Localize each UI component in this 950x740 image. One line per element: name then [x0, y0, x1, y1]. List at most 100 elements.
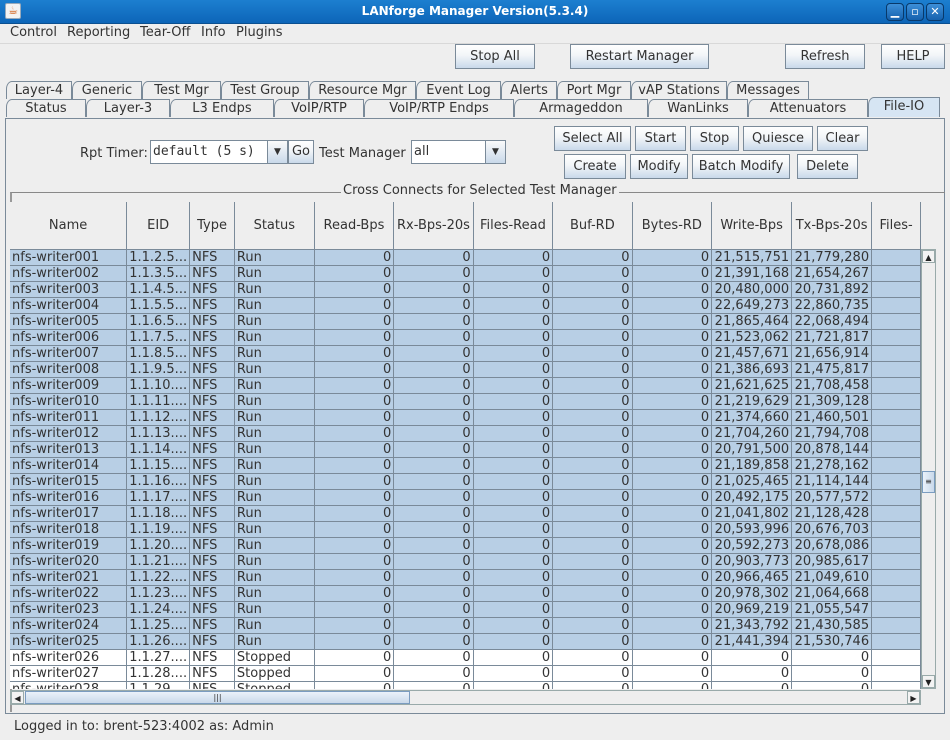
- table-row[interactable]: nfs-writer011 1.1.12.... NFS Run 0 0 0 0 0 21,374…: [10, 409, 921, 426]
- table-row[interactable]: nfs-writer025 1.1.26.... NFS Run 0 0 0 0 0 21,441…: [10, 633, 921, 650]
- table-row[interactable]: nfs-writer003 1.1.4.5... NFS Run 0 0 0 0 0 20,480…: [10, 281, 921, 298]
- column-header[interactable]: Type: [189, 202, 235, 250]
- clear-button[interactable]: Clear: [817, 126, 868, 151]
- tab-port-mgr[interactable]: Port Mgr: [557, 81, 631, 99]
- table-row[interactable]: nfs-writer017 1.1.18.... NFS Run 0 0 0 0 0 21,041…: [10, 505, 921, 522]
- tab-vap-stations[interactable]: vAP Stations: [631, 81, 727, 99]
- table-cell: 0: [393, 313, 474, 330]
- table-row[interactable]: nfs-writer014 1.1.15.... NFS Run 0 0 0 0 0 21,189…: [10, 457, 921, 474]
- table-row[interactable]: nfs-writer013 1.1.14.... NFS Run 0 0 0 0 0 20,791…: [10, 441, 921, 458]
- tab-status[interactable]: Status: [6, 99, 86, 117]
- table-cell: 21,475,817: [791, 361, 873, 378]
- stop-all-button[interactable]: Stop All: [455, 44, 535, 69]
- menu-info[interactable]: Info: [201, 25, 226, 40]
- table-row[interactable]: nfs-writer009 1.1.10.... NFS Run 0 0 0 0 0 21,621…: [10, 377, 921, 394]
- close-icon[interactable]: ✕: [926, 3, 944, 21]
- tab-file-io[interactable]: File-IO: [868, 97, 940, 117]
- tab-layer-4[interactable]: Layer-4: [6, 81, 72, 99]
- rpt-timer-select[interactable]: default (5 s) ▼: [150, 140, 288, 164]
- tab-layer-3[interactable]: Layer-3: [86, 99, 170, 117]
- table-row[interactable]: nfs-writer022 1.1.23.... NFS Run 0 0 0 0 0 20,978…: [10, 585, 921, 602]
- table-cell: 0: [632, 393, 713, 410]
- column-header[interactable]: Files-: [871, 202, 921, 250]
- menu-plugins[interactable]: Plugins: [236, 25, 283, 40]
- column-header[interactable]: Status: [234, 202, 315, 250]
- tab-attenuators[interactable]: Attenuators: [748, 99, 868, 117]
- tab-event-log[interactable]: Event Log: [416, 81, 501, 99]
- menu-control[interactable]: Control: [10, 25, 57, 40]
- quiesce-button[interactable]: Quiesce: [743, 126, 813, 151]
- scroll-down-icon[interactable]: ▼: [922, 675, 935, 688]
- table-row[interactable]: nfs-writer012 1.1.13.... NFS Run 0 0 0 0 0 21,704…: [10, 425, 921, 442]
- restart-manager-button[interactable]: Restart Manager: [570, 44, 709, 69]
- table-row[interactable]: nfs-writer023 1.1.24.... NFS Run 0 0 0 0 0 20,969…: [10, 601, 921, 618]
- scroll-left-icon[interactable]: ◀: [11, 691, 24, 704]
- column-header[interactable]: EID: [126, 202, 191, 250]
- batch-modify-button[interactable]: Batch Modify: [692, 154, 790, 179]
- horizontal-scrollbar[interactable]: ◀ ||| ▶: [10, 690, 921, 705]
- table-row[interactable]: nfs-writer028 1.1.29.... NFS Stopped 0 0 0 0 0 0 0: [10, 681, 921, 689]
- table-row[interactable]: nfs-writer019 1.1.20.... NFS Run 0 0 0 0 0 20,592…: [10, 537, 921, 554]
- chevron-down-icon[interactable]: ▼: [267, 141, 287, 163]
- go-button[interactable]: Go: [288, 140, 314, 164]
- scroll-right-icon[interactable]: ▶: [907, 691, 920, 704]
- column-header[interactable]: Rx-Bps-20s: [393, 202, 474, 250]
- tab-resource-mgr[interactable]: Resource Mgr: [309, 81, 416, 99]
- table-row[interactable]: nfs-writer021 1.1.22.... NFS Run 0 0 0 0 0 20,966…: [10, 569, 921, 586]
- tab-generic[interactable]: Generic: [72, 81, 142, 99]
- modify-button[interactable]: Modify: [630, 154, 688, 179]
- tab-voip-rtp[interactable]: VoIP/RTP: [274, 99, 364, 117]
- create-button[interactable]: Create: [564, 154, 626, 179]
- table-row[interactable]: nfs-writer008 1.1.9.5... NFS Run 0 0 0 0 0 21,386…: [10, 361, 921, 378]
- table-row[interactable]: nfs-writer002 1.1.3.5... NFS Run 0 0 0 0 0 21,391…: [10, 265, 921, 282]
- table-row[interactable]: nfs-writer026 1.1.27.... NFS Stopped 0 0 0 0 0 0 0: [10, 649, 921, 666]
- column-header[interactable]: Tx-Bps-20s: [791, 202, 873, 250]
- vertical-scroll-thumb[interactable]: ≡: [922, 471, 935, 493]
- tab-wanlinks[interactable]: WanLinks: [648, 99, 748, 117]
- table-row[interactable]: nfs-writer018 1.1.19.... NFS Run 0 0 0 0 0 20,593…: [10, 521, 921, 538]
- table-row[interactable]: nfs-writer027 1.1.28.... NFS Stopped 0 0 0 0 0 0 0: [10, 665, 921, 682]
- select-all-button[interactable]: Select All: [554, 126, 631, 151]
- vertical-scrollbar[interactable]: ▲ ≡ ▼: [921, 249, 936, 689]
- table-row[interactable]: nfs-writer007 1.1.8.5... NFS Run 0 0 0 0 0 21,457…: [10, 345, 921, 362]
- tab-l3-endps[interactable]: L3 Endps: [170, 99, 274, 117]
- tab-armageddon[interactable]: Armageddon: [514, 99, 648, 117]
- tab-test-mgr[interactable]: Test Mgr: [142, 81, 221, 99]
- maximize-icon[interactable]: ▫: [906, 3, 924, 21]
- test-manager-select[interactable]: all ▼: [411, 140, 506, 164]
- table-row[interactable]: nfs-writer016 1.1.17.... NFS Run 0 0 0 0 0 20,492…: [10, 489, 921, 506]
- tab-alerts[interactable]: Alerts: [501, 81, 557, 99]
- scroll-up-icon[interactable]: ▲: [922, 250, 935, 263]
- help-button[interactable]: HELP: [881, 44, 945, 69]
- table-row[interactable]: nfs-writer006 1.1.7.5... NFS Run 0 0 0 0 0 21,523…: [10, 329, 921, 346]
- start-button[interactable]: Start: [635, 126, 686, 151]
- tab-test-group[interactable]: Test Group: [221, 81, 309, 99]
- table-cell: nfs-writer004: [10, 297, 128, 314]
- stop-button[interactable]: Stop: [690, 126, 739, 151]
- menu-reporting[interactable]: Reporting: [67, 25, 130, 40]
- table-cell: 0: [314, 617, 395, 634]
- menu-tear-off[interactable]: Tear-Off: [140, 25, 190, 40]
- column-header[interactable]: Buf-RD: [552, 202, 633, 250]
- chevron-down-icon[interactable]: ▼: [485, 141, 505, 163]
- column-header[interactable]: Name: [10, 202, 128, 250]
- tab-messages[interactable]: Messages: [727, 81, 809, 99]
- table-row[interactable]: nfs-writer010 1.1.11.... NFS Run 0 0 0 0 0 21,219…: [10, 393, 921, 410]
- table-row[interactable]: nfs-writer004 1.1.5.5... NFS Run 0 0 0 0 0 22,649…: [10, 297, 921, 314]
- column-header[interactable]: Write-Bps: [711, 202, 793, 250]
- refresh-button[interactable]: Refresh: [785, 44, 865, 69]
- minimize-icon[interactable]: ▁: [886, 3, 904, 21]
- table-cell: 0: [393, 393, 474, 410]
- delete-button[interactable]: Delete: [797, 154, 858, 179]
- column-header[interactable]: Bytes-RD: [632, 202, 713, 250]
- table-row[interactable]: nfs-writer024 1.1.25.... NFS Run 0 0 0 0 0 21,343…: [10, 617, 921, 634]
- tab-voip-rtp-endps[interactable]: VoIP/RTP Endps: [364, 99, 514, 117]
- table-row[interactable]: nfs-writer001 1.1.2.5... NFS Run 0 0 0 0 0 21,515…: [10, 249, 921, 266]
- horizontal-scroll-thumb[interactable]: |||: [25, 691, 410, 704]
- table-cell: 0: [393, 377, 474, 394]
- table-row[interactable]: nfs-writer020 1.1.21.... NFS Run 0 0 0 0 0 20,903…: [10, 553, 921, 570]
- table-row[interactable]: nfs-writer005 1.1.6.5... NFS Run 0 0 0 0 0 21,865…: [10, 313, 921, 330]
- column-header[interactable]: Read-Bps: [314, 202, 395, 250]
- column-header[interactable]: Files-Read: [473, 202, 554, 250]
- table-row[interactable]: nfs-writer015 1.1.16.... NFS Run 0 0 0 0 0 21,025…: [10, 473, 921, 490]
